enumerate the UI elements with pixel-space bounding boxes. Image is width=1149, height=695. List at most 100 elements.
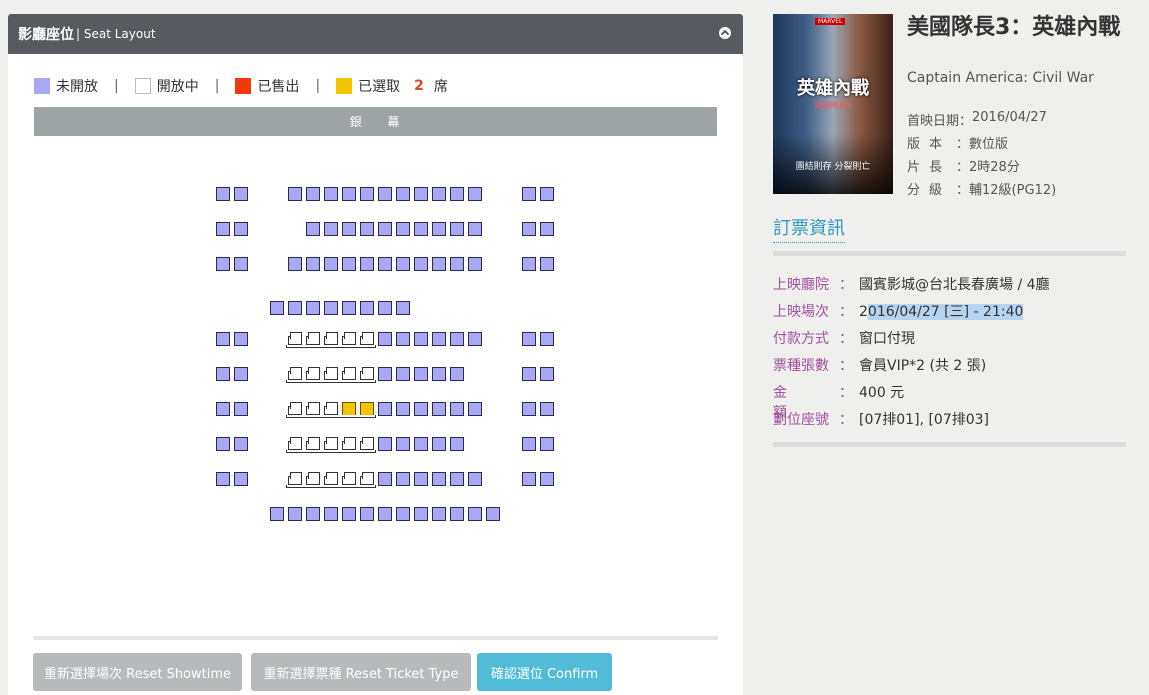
seat-closed <box>540 367 554 381</box>
seat-closed <box>324 222 338 236</box>
seat-closed <box>540 187 554 201</box>
seat-closed <box>450 367 464 381</box>
seat-closed <box>288 257 302 271</box>
reset-showtime-button[interactable]: 重新選擇場次 Reset Showtime <box>33 653 242 691</box>
seat-closed <box>432 367 446 381</box>
reset-ticket-type-button[interactable]: 重新選擇票種 Reset Ticket Type <box>251 653 471 691</box>
seat-closed <box>360 257 374 271</box>
section-divider <box>773 251 1126 256</box>
meta-key: 首映日期： <box>907 114 973 129</box>
seat-closed <box>306 301 320 315</box>
seat-open[interactable] <box>342 437 356 450</box>
seat-closed <box>216 187 230 201</box>
meta-rating: 分級： 輔12級(PG12) <box>907 179 1056 198</box>
seat-closed <box>306 507 320 521</box>
seat-closed <box>540 472 554 486</box>
seat-open[interactable] <box>288 402 302 415</box>
movie-title-en: Captain America: Civil War <box>907 70 1094 86</box>
seat-closed <box>468 257 482 271</box>
seat-closed <box>450 437 464 451</box>
seat-closed <box>288 507 302 521</box>
seat-closed <box>396 367 410 381</box>
seat-closed <box>486 507 500 521</box>
seat-closed <box>522 257 536 271</box>
seat-closed <box>306 187 320 201</box>
seat-closed <box>234 472 248 486</box>
meta-length: 片長： 2時28分 <box>907 156 1020 175</box>
seat-open[interactable] <box>360 472 374 485</box>
booking-info-title: 訂票資訊 <box>773 214 845 243</box>
seat-closed <box>396 472 410 486</box>
divider <box>33 636 718 640</box>
seat-closed <box>306 222 320 236</box>
seat-closed <box>216 367 230 381</box>
seat-closed <box>522 472 536 486</box>
seat-closed <box>450 472 464 486</box>
seat-closed <box>216 257 230 271</box>
seat-open[interactable] <box>360 332 374 345</box>
seat-open[interactable] <box>288 367 302 380</box>
info-key: 上映廳院 <box>773 277 829 293</box>
seat-closed <box>450 222 464 236</box>
info-value-prefix: 2 <box>859 304 868 320</box>
seat-closed <box>324 301 338 315</box>
seat-closed <box>270 507 284 521</box>
seat-open[interactable] <box>306 472 320 485</box>
meta-value: 2016/04/27 <box>972 110 1047 125</box>
seat-open[interactable] <box>324 332 338 345</box>
info-row-seats: 劃位座號： [07排01], [07排03] <box>773 409 989 429</box>
seat-open[interactable] <box>306 367 320 380</box>
seat-open[interactable] <box>288 472 302 485</box>
meta-premiere: 首映日期： 2016/04/27 <box>907 110 1047 129</box>
seat-closed <box>378 507 392 521</box>
confirm-button[interactable]: 確認選位 Confirm <box>477 653 612 691</box>
seat-open[interactable] <box>360 437 374 450</box>
seat-closed <box>234 367 248 381</box>
seat-closed <box>414 187 428 201</box>
seat-closed <box>432 187 446 201</box>
seat-closed <box>522 332 536 346</box>
seat-closed <box>540 402 554 416</box>
seat-open[interactable] <box>324 402 338 415</box>
seat-open[interactable] <box>288 332 302 345</box>
meta-version: 版本： 數位版 <box>907 133 1008 152</box>
seat-open[interactable] <box>324 367 338 380</box>
seat-closed <box>540 332 554 346</box>
open-seat-rail <box>286 380 376 383</box>
seat-closed <box>414 472 428 486</box>
seat-closed <box>360 507 374 521</box>
seat-selected[interactable] <box>342 402 356 416</box>
seat-closed <box>540 257 554 271</box>
seat-open[interactable] <box>342 472 356 485</box>
seat-open[interactable] <box>324 437 338 450</box>
seat-selected[interactable] <box>360 402 374 416</box>
info-key: 劃位座號 <box>773 412 829 428</box>
seat-closed <box>378 257 392 271</box>
seat-closed <box>342 222 356 236</box>
seat-closed <box>234 402 248 416</box>
seat-closed <box>432 402 446 416</box>
seat-open[interactable] <box>306 402 320 415</box>
poster-tagline: 團結則存 分裂則亡 <box>795 162 871 172</box>
seat-open[interactable] <box>288 437 302 450</box>
info-row-tickets: 票種張數： 會員VIP*2 (共 2 張) <box>773 355 986 375</box>
seat-open[interactable] <box>324 472 338 485</box>
poster-subtitle: 美國隊長3 <box>814 101 852 110</box>
seat-closed <box>306 257 320 271</box>
seat-closed <box>324 507 338 521</box>
open-seat-rail <box>286 450 376 453</box>
seat-open[interactable] <box>342 332 356 345</box>
seat-closed <box>396 257 410 271</box>
seat-open[interactable] <box>306 332 320 345</box>
seat-closed <box>396 222 410 236</box>
seat-open[interactable] <box>342 367 356 380</box>
seat-closed <box>342 187 356 201</box>
seat-closed <box>414 367 428 381</box>
seat-closed <box>432 222 446 236</box>
seat-open[interactable] <box>306 437 320 450</box>
seat-closed <box>342 257 356 271</box>
seat-closed <box>522 367 536 381</box>
info-row-theater: 上映廳院： 國賓影城@台北長春廣場 / 4廳 <box>773 274 1050 294</box>
seat-open[interactable] <box>360 367 374 380</box>
seat-closed <box>414 402 428 416</box>
